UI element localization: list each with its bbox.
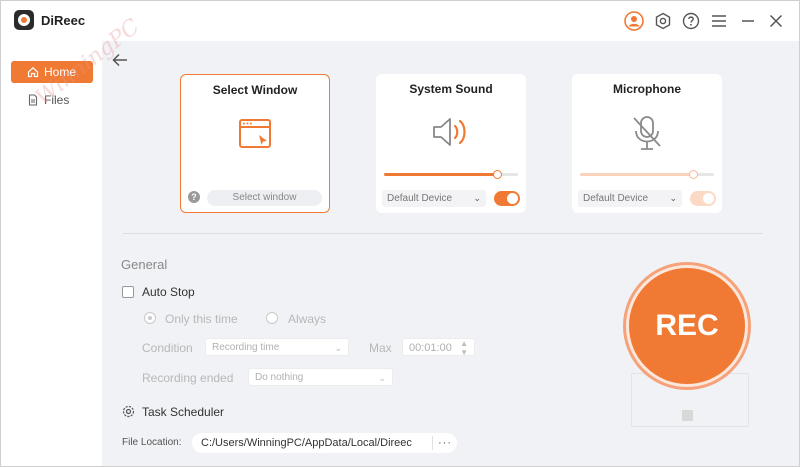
rec-button[interactable]: REC	[629, 268, 745, 384]
file-location-label: File Location:	[122, 437, 182, 448]
chevron-down-icon: ⌄	[334, 343, 342, 353]
system-sound-card[interactable]: System Sound Default Device ⌄	[376, 74, 526, 213]
back-arrow-icon[interactable]	[112, 53, 128, 72]
separator	[432, 436, 433, 450]
microphone-toggle[interactable]	[690, 191, 716, 206]
chevron-down-icon: ⌄	[669, 193, 677, 203]
app-title: DiReec	[41, 13, 86, 28]
file-location-path: C:/Users/WinningPC/AppData/Local/Direec	[201, 437, 412, 449]
window-cursor-icon	[238, 117, 272, 156]
task-scheduler-link[interactable]: Task Scheduler	[142, 405, 224, 419]
minimize-icon[interactable]	[738, 11, 758, 31]
system-volume-slider[interactable]	[384, 170, 518, 179]
volume-thumb[interactable]	[493, 170, 502, 179]
select-window-card[interactable]: Select Window ? Select window	[180, 74, 330, 213]
condition-label: Condition	[142, 341, 193, 355]
radio-only-this-time-label: Only this time	[165, 312, 238, 326]
clock-gear-icon	[122, 405, 135, 423]
radio-only-this-time[interactable]	[144, 312, 156, 324]
menu-icon[interactable]	[709, 11, 729, 31]
help-icon[interactable]	[681, 11, 701, 31]
microphone-device-dropdown[interactable]: Default Device ⌄	[578, 190, 682, 207]
recording-ended-select[interactable]: Do nothing ⌄	[248, 368, 393, 386]
volume-thumb[interactable]	[689, 170, 698, 179]
volume-fill	[384, 173, 498, 176]
account-icon[interactable]	[624, 11, 644, 31]
chevron-down-icon: ⌄	[473, 193, 481, 203]
home-icon	[27, 66, 39, 78]
file-location-field[interactable]: C:/Users/WinningPC/AppData/Local/Direec …	[192, 433, 457, 453]
general-title: General	[121, 257, 168, 272]
device-label: Default Device	[583, 193, 649, 204]
card-title: Microphone	[613, 82, 681, 96]
max-time-value: 00:01:00	[409, 342, 452, 354]
volume-fill	[580, 173, 694, 176]
system-device-dropdown[interactable]: Default Device ⌄	[382, 190, 486, 207]
help-circle-icon[interactable]: ?	[188, 191, 200, 203]
settings-icon[interactable]	[653, 11, 673, 31]
microphone-card[interactable]: Microphone Default Device ⌄	[572, 74, 722, 213]
condition-value: Recording time	[212, 342, 280, 353]
recording-ended-value: Do nothing	[255, 372, 304, 383]
auto-stop-label: Auto Stop	[142, 285, 195, 299]
speaker-icon	[431, 114, 471, 155]
condition-select[interactable]: Recording time ⌄	[205, 338, 349, 356]
recording-ended-label: Recording ended	[142, 371, 234, 385]
radio-always-label: Always	[288, 312, 327, 326]
microphone-volume-slider[interactable]	[580, 170, 714, 179]
max-label: Max	[369, 341, 392, 355]
card-title: System Sound	[409, 82, 493, 96]
chevron-down-icon: ⌄	[378, 373, 386, 383]
card-title: Select Window	[212, 83, 298, 97]
select-window-button[interactable]: Select window	[207, 190, 322, 206]
app-window: DiReec Home Files WinningPC Select Windo…	[0, 0, 800, 467]
app-logo	[14, 10, 34, 30]
divider	[123, 233, 763, 234]
stepper-icon[interactable]: ▲ ▼	[460, 339, 468, 357]
browse-button[interactable]: ···	[438, 433, 452, 453]
device-label: Default Device	[387, 193, 453, 204]
system-sound-toggle[interactable]	[494, 191, 520, 206]
close-icon[interactable]	[766, 11, 786, 31]
microphone-muted-icon	[629, 114, 665, 157]
auto-stop-checkbox[interactable]	[122, 286, 134, 298]
radio-always[interactable]	[266, 312, 278, 324]
max-time-stepper[interactable]: 00:01:00 ▲ ▼	[402, 338, 475, 357]
